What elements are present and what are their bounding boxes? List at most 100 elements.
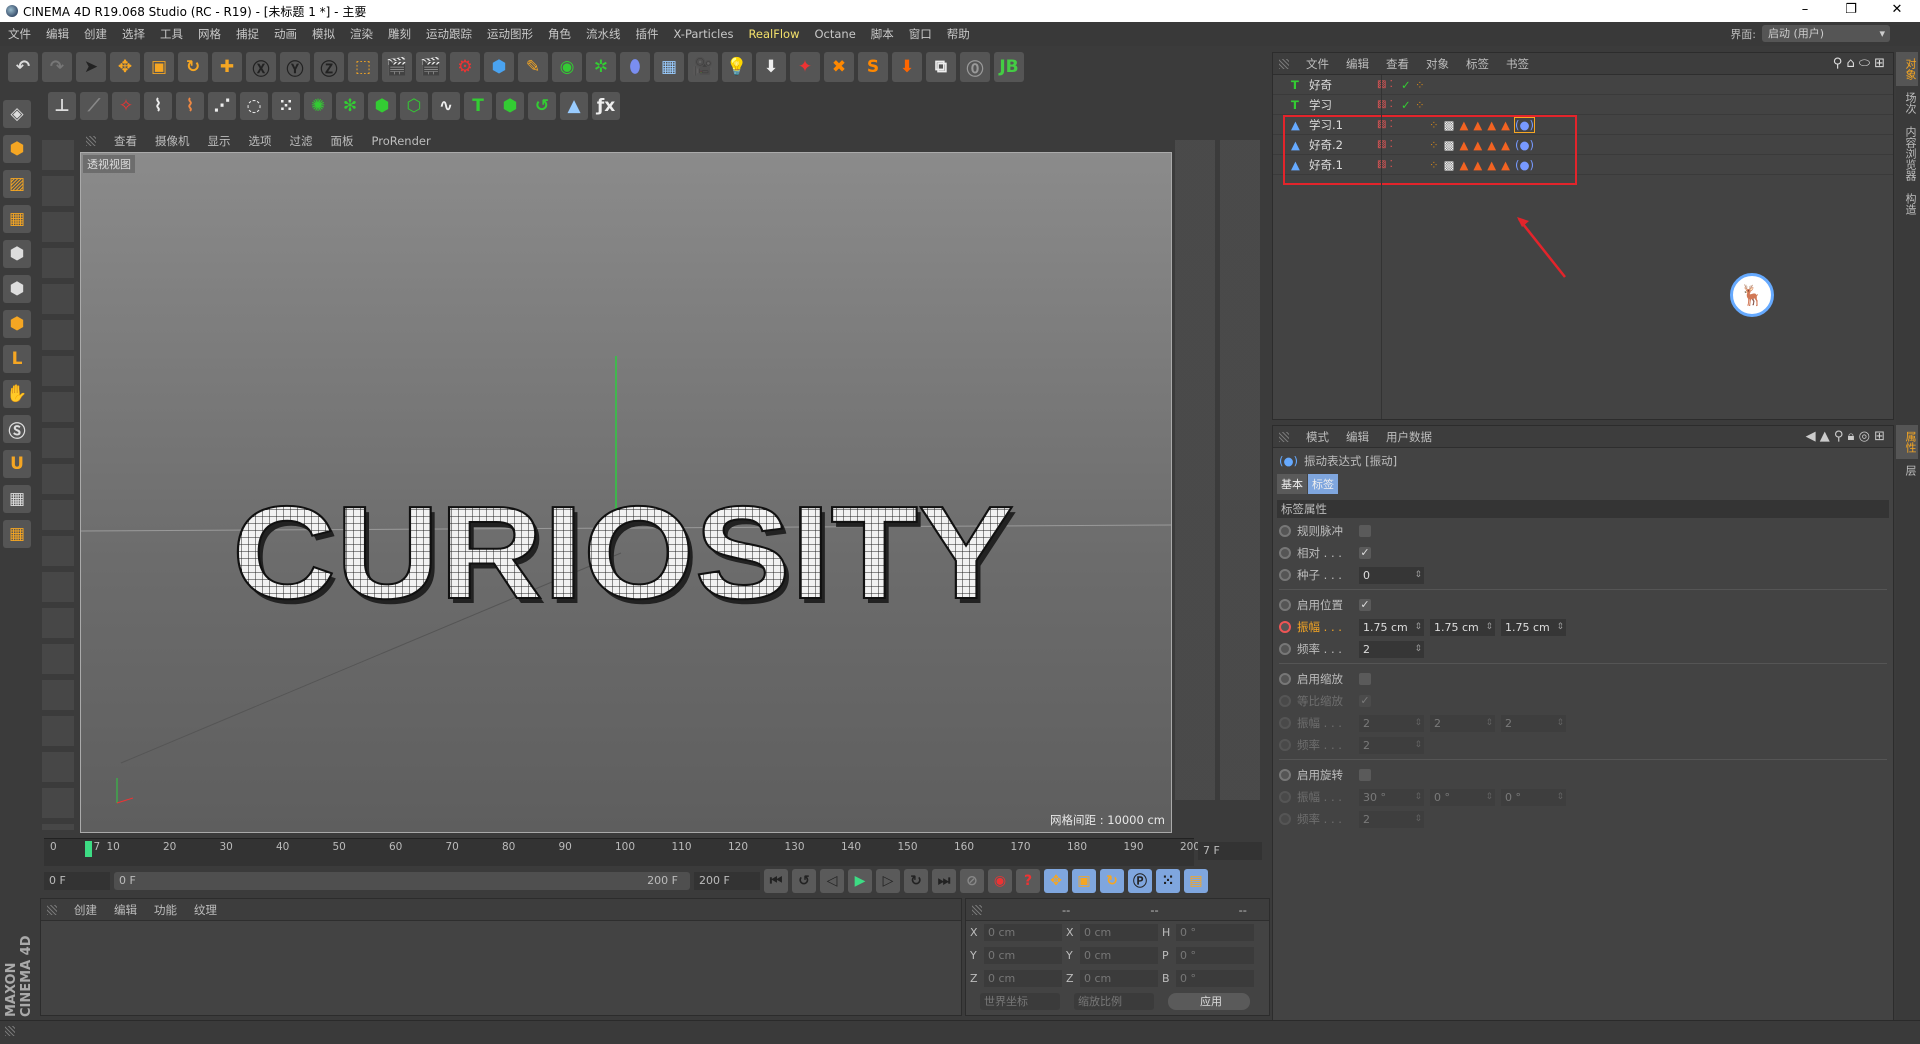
- frame-range-slider[interactable]: 0 F 200 F: [114, 872, 690, 890]
- object-menu-编辑[interactable]: 编辑: [1346, 56, 1369, 72]
- viewport-menu-查看[interactable]: 查看: [114, 133, 137, 149]
- coord-field[interactable]: 0 cm: [984, 970, 1062, 987]
- light-icon[interactable]: 💡: [722, 52, 752, 82]
- object-row[interactable]: T 学习 ▨ ⁚ ✓ ⁘: [1273, 95, 1893, 115]
- attribute-menu-编辑[interactable]: 编辑: [1346, 429, 1369, 445]
- previous-key-button[interactable]: ↺: [792, 869, 816, 893]
- spline-sketch-icon[interactable]: ⌇: [176, 92, 204, 120]
- viewport-menu-过滤[interactable]: 过滤: [290, 133, 313, 149]
- live-select-icon[interactable]: ➤: [76, 52, 106, 82]
- coord-field[interactable]: 0 cm: [1080, 970, 1158, 987]
- new-window-icon[interactable]: ⊞: [1874, 429, 1885, 444]
- side-tab-场次[interactable]: 场次: [1896, 86, 1918, 120]
- key-parameter-button[interactable]: Ⓟ: [1128, 869, 1152, 893]
- side-tab-对象[interactable]: 对象: [1896, 52, 1918, 86]
- edges-mode-icon[interactable]: ⬢: [3, 275, 31, 303]
- rotate-icon[interactable]: ↻: [178, 52, 208, 82]
- target-icon[interactable]: ◎: [1859, 429, 1870, 444]
- go-to-end-button[interactable]: ⏭: [932, 869, 956, 893]
- attribute-checkbox[interactable]: ✓: [1359, 599, 1371, 611]
- plugin-c-icon[interactable]: ⧉: [926, 52, 956, 82]
- render-view-icon[interactable]: 🎬: [382, 52, 412, 82]
- go-to-start-button[interactable]: ⏮: [764, 869, 788, 893]
- object-mode-icon[interactable]: ⬢: [3, 135, 31, 163]
- viewport-menu-面板[interactable]: 面板: [331, 133, 354, 149]
- menu-插件[interactable]: 插件: [636, 26, 659, 42]
- animate-radio[interactable]: [1279, 673, 1291, 685]
- object-menu-书签[interactable]: 书签: [1506, 56, 1529, 72]
- spline-wrap-icon[interactable]: ↺: [528, 92, 556, 120]
- coord-field[interactable]: 0 °: [1176, 947, 1254, 964]
- coord-field[interactable]: 0 °: [1176, 970, 1254, 987]
- key-position-button[interactable]: ✥: [1044, 869, 1068, 893]
- record-keys-button[interactable]: ◉: [988, 869, 1012, 893]
- magnet-snap-icon[interactable]: U: [3, 450, 31, 478]
- new-window-icon[interactable]: ⊞: [1874, 56, 1885, 71]
- texture-mode-icon[interactable]: ▨: [3, 170, 31, 198]
- pen-icon[interactable]: ✎: [518, 52, 548, 82]
- scale-icon[interactable]: ▣: [144, 52, 174, 82]
- minimize-button[interactable]: –: [1782, 0, 1828, 22]
- plugin-drop-icon[interactable]: ⬇: [892, 52, 922, 82]
- material-menu-编辑[interactable]: 编辑: [114, 902, 137, 918]
- floor-icon[interactable]: ▦: [654, 52, 684, 82]
- enabled-check-icon[interactable]: ✓: [1401, 98, 1415, 112]
- back-arrow-icon[interactable]: ◀: [1806, 429, 1816, 444]
- key-pla-button[interactable]: ⁙: [1156, 869, 1180, 893]
- x-axis-icon[interactable]: Ⓧ: [246, 52, 276, 82]
- animate-radio[interactable]: [1279, 643, 1291, 655]
- menu-角色[interactable]: 角色: [548, 26, 571, 42]
- mograph-d-icon[interactable]: ⬡: [400, 92, 428, 120]
- spline-pen-icon[interactable]: ⌇: [144, 92, 172, 120]
- end-frame-field[interactable]: 200 F: [694, 872, 760, 890]
- attribute-checkbox[interactable]: [1359, 673, 1371, 685]
- menu-网格[interactable]: 网格: [198, 26, 221, 42]
- coord-field[interactable]: 0 cm: [984, 947, 1062, 964]
- key-rotation-button[interactable]: ↻: [1100, 869, 1124, 893]
- menu-雕刻[interactable]: 雕刻: [388, 26, 411, 42]
- attribute-field[interactable]: 0 °: [1501, 788, 1566, 806]
- attribute-field[interactable]: 0 °: [1430, 788, 1495, 806]
- viewport-menu-显示[interactable]: 显示: [208, 133, 231, 149]
- menu-文件[interactable]: 文件: [8, 26, 31, 42]
- maximize-button[interactable]: ❐: [1828, 0, 1874, 22]
- menu-帮助[interactable]: 帮助: [947, 26, 970, 42]
- menu-RealFlow[interactable]: RealFlow: [748, 27, 799, 41]
- tracer-icon[interactable]: ∿: [432, 92, 460, 120]
- points-mode-icon[interactable]: ⬢: [3, 240, 31, 268]
- menu-运动图形[interactable]: 运动图形: [487, 26, 533, 42]
- lock-icon[interactable]: 🔒︎: [1848, 429, 1855, 444]
- undo-icon[interactable]: ↶: [8, 52, 38, 82]
- current-frame-field[interactable]: 7 F: [1198, 842, 1262, 860]
- mograph-a-icon[interactable]: ✺: [304, 92, 332, 120]
- object-row[interactable]: T 好奇 ▨ ⁚ ✓ ⁘: [1273, 75, 1893, 95]
- polygons-mode-icon[interactable]: ⬢: [3, 310, 31, 338]
- attribute-field[interactable]: 2: [1359, 736, 1424, 754]
- cloner-icon[interactable]: ✲: [586, 52, 616, 82]
- next-key-button[interactable]: ↻: [904, 869, 928, 893]
- coordinate-mode-dropdown[interactable]: 世界坐标: [980, 993, 1060, 1010]
- apply-button[interactable]: 应用: [1168, 993, 1250, 1010]
- recent-tool-icon[interactable]: ✚: [212, 52, 242, 82]
- attribute-checkbox[interactable]: [1359, 769, 1371, 781]
- workplane-icon[interactable]: ⊥: [48, 92, 76, 120]
- next-frame-button[interactable]: ▷: [876, 869, 900, 893]
- animate-radio[interactable]: [1279, 717, 1291, 729]
- object-menu-标签[interactable]: 标签: [1466, 56, 1489, 72]
- perspective-viewport[interactable]: CURIOSITY CURIOSITY 透视视图 网格间距 : 10000 cm: [80, 152, 1172, 833]
- plugin-b-icon[interactable]: ✖: [824, 52, 854, 82]
- mograph-b-icon[interactable]: ✻: [336, 92, 364, 120]
- animate-radio[interactable]: [1279, 599, 1291, 611]
- scale-mode-dropdown[interactable]: 缩放比例: [1074, 993, 1154, 1010]
- animate-radio[interactable]: [1279, 569, 1291, 581]
- enabled-check-icon[interactable]: ✓: [1401, 78, 1415, 92]
- menu-Octane[interactable]: Octane: [814, 27, 855, 41]
- subdivision-icon[interactable]: ◉: [552, 52, 582, 82]
- material-menu-创建[interactable]: 创建: [74, 902, 97, 918]
- tab-基本[interactable]: 基本: [1277, 474, 1307, 494]
- move-icon[interactable]: ✥: [110, 52, 140, 82]
- menu-脚本[interactable]: 脚本: [871, 26, 894, 42]
- axis-mode-icon[interactable]: L: [3, 345, 31, 373]
- attribute-checkbox[interactable]: [1359, 525, 1371, 537]
- object-name[interactable]: 好奇: [1309, 77, 1377, 93]
